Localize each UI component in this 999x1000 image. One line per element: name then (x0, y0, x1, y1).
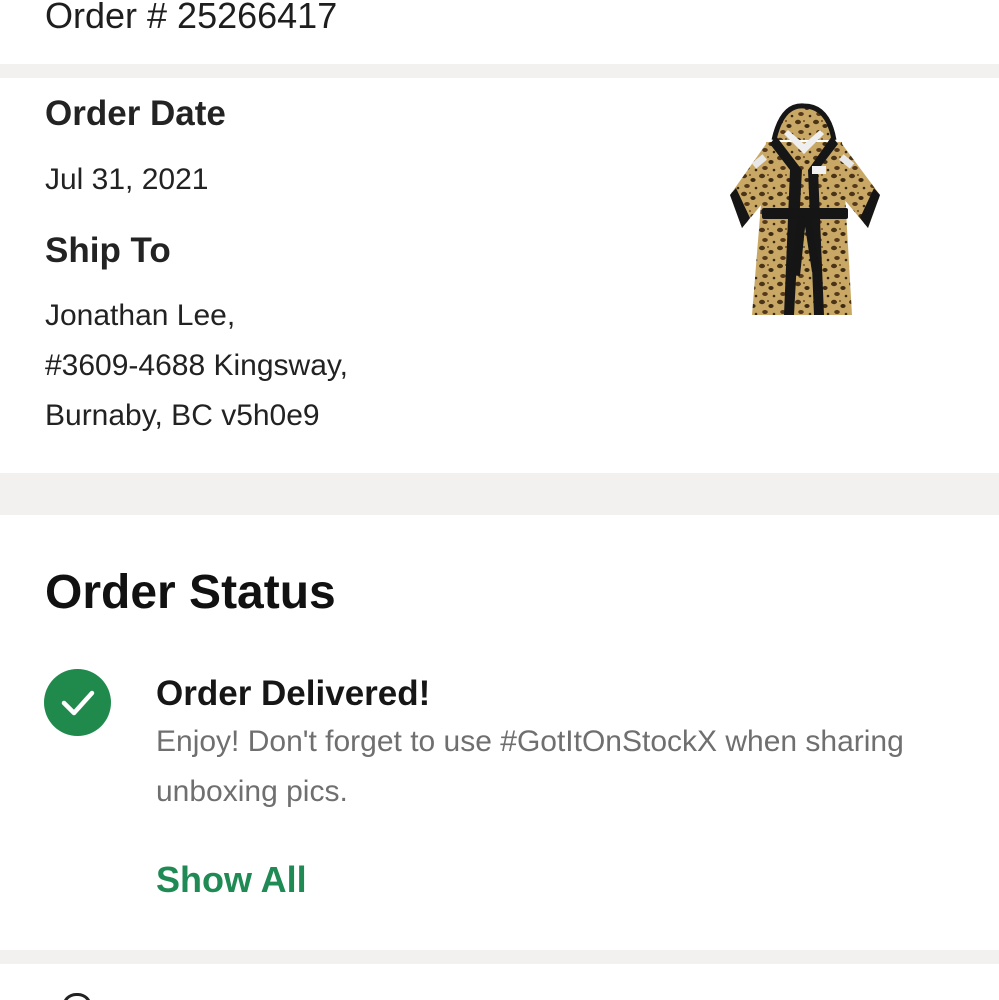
show-all-link[interactable]: Show All (156, 858, 307, 902)
order-status-title: Order Status (45, 566, 336, 619)
checkmark-icon (61, 690, 95, 716)
address-line-street: #3609-4688 Kingsway, (45, 349, 348, 382)
address-line-city: Burnaby, BC v5h0e9 (45, 399, 320, 432)
check-circle-icon (44, 669, 111, 736)
section-divider (0, 950, 999, 964)
leopard-print-robe-image (730, 103, 880, 315)
address-line-name: Jonathan Lee, (45, 299, 236, 332)
order-date-label: Order Date (45, 94, 226, 133)
status-title: Order Delivered! (156, 674, 431, 713)
next-section-icon (62, 993, 92, 1000)
product-image[interactable] (722, 100, 888, 325)
order-detail-page: Order # 25266417 Order Date Jul 31, 2021… (0, 0, 999, 1000)
section-divider (0, 64, 999, 78)
section-divider (0, 473, 999, 515)
ship-to-label: Ship To (45, 231, 171, 270)
order-date-value: Jul 31, 2021 (45, 163, 209, 196)
shipping-address: Jonathan Lee, #3609-4688 Kingsway, Burna… (45, 291, 348, 441)
status-description: Enjoy! Don't forget to use #GotItOnStock… (156, 725, 904, 808)
order-number: Order # 25266417 (45, 0, 338, 36)
